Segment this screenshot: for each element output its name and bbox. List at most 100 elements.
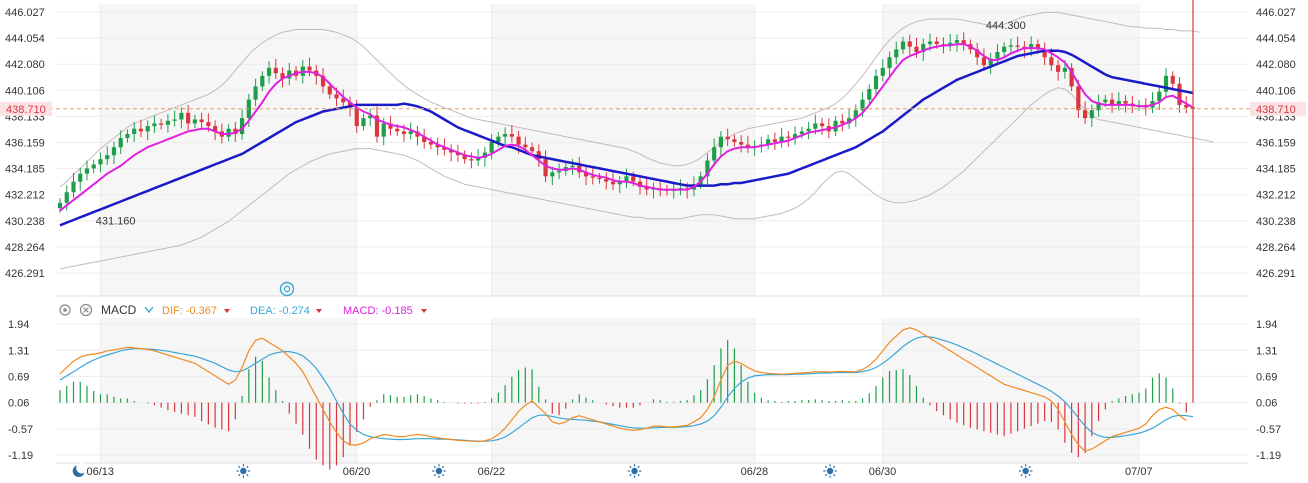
candle-body [489, 141, 494, 153]
candle-body [1123, 100, 1128, 104]
candle-body [894, 49, 899, 58]
price-axis-label-left: 446.027 [5, 7, 45, 19]
candle-body [84, 168, 90, 174]
candle-body [509, 134, 514, 137]
x-axis-date-label: 06/20 [343, 466, 371, 478]
candle-body [165, 120, 170, 125]
candle-body [381, 123, 386, 137]
candle-body [64, 192, 69, 203]
macd-axis-label-left: -0.57 [8, 424, 33, 436]
price-axis-label-left: 444.054 [5, 33, 45, 45]
candle-body [1089, 110, 1094, 119]
candle-body [631, 176, 636, 182]
price-axis-label-right: 434.185 [1256, 164, 1296, 176]
macd-value-label: MACD: -0.185 [343, 305, 413, 317]
x-axis-date-label: 06/30 [869, 466, 897, 478]
candle-body [1170, 75, 1175, 84]
candle-body [786, 136, 791, 138]
candle-body [98, 159, 103, 165]
macd-axis-label-left: 0.69 [8, 371, 29, 383]
macd-axis-label-left: 1.94 [8, 319, 29, 331]
macd-axis-label-right: 0.69 [1256, 371, 1277, 383]
candle-body [1008, 45, 1014, 47]
candle-body [806, 128, 811, 132]
candle-body [907, 41, 912, 47]
price-axis-label-left: 436.159 [5, 138, 45, 150]
candle-body [523, 144, 528, 148]
candle-body [91, 164, 96, 169]
candle-body [159, 123, 164, 125]
candle-body [1177, 83, 1182, 105]
x-axis-date-label: 07/07 [1125, 466, 1153, 478]
candle-body [1163, 75, 1169, 92]
candle-body [1076, 86, 1081, 111]
candle-body [105, 155, 110, 160]
price-axis-label-left: 430.238 [5, 216, 45, 228]
price-axis-label-right: 432.212 [1256, 190, 1296, 202]
price-axis-label-left: 442.080 [5, 59, 45, 71]
macd-indicator-name[interactable]: MACD [101, 303, 137, 317]
x-axis-date-label: 06/28 [741, 466, 769, 478]
candle-body [543, 159, 548, 177]
candle-body [71, 181, 76, 193]
candle-body [469, 159, 474, 161]
x-axis-date-label: 06/13 [86, 466, 114, 478]
candle-body [739, 141, 744, 145]
candle-body [981, 57, 987, 66]
sun-icon [432, 464, 446, 478]
candle-body [206, 122, 211, 127]
sun-icon [1018, 464, 1033, 478]
candle-body [887, 57, 892, 68]
candle-body [132, 128, 137, 135]
candle-body [78, 173, 83, 182]
candle-body [610, 181, 616, 185]
candle-body [138, 128, 144, 132]
candle-body [1015, 45, 1020, 47]
candle-body [590, 176, 595, 178]
sun-icon [823, 464, 837, 478]
price-panel[interactable]: 446.027444.054442.080440.106438.133436.1… [0, 4, 1306, 297]
candle-body [408, 131, 413, 135]
candle-body [712, 147, 717, 161]
candle-body [604, 178, 609, 182]
candle-body [718, 136, 724, 148]
macd-axis-label-right: 0.06 [1256, 398, 1277, 410]
svg-text:438.710: 438.710 [1256, 104, 1296, 116]
candle-body [152, 123, 157, 127]
svg-text:438.710: 438.710 [6, 104, 46, 116]
candle-body [556, 171, 562, 173]
candle-body [995, 52, 1000, 59]
candle-body [395, 128, 400, 132]
candle-body [1002, 46, 1007, 53]
candle-body [954, 40, 960, 43]
macd-axis-label-right: 1.94 [1256, 319, 1277, 331]
candle-body [873, 75, 879, 90]
candle-body [172, 119, 177, 121]
price-axis-label-right: 442.080 [1256, 59, 1296, 71]
candle-body [927, 41, 933, 45]
candle-body [516, 136, 521, 145]
price-axis-label-right: 436.159 [1256, 138, 1296, 150]
candle-body [1056, 65, 1061, 72]
candle-body [361, 118, 366, 127]
price-axis-label-left: 434.185 [5, 164, 45, 176]
candle-body [880, 67, 885, 76]
macd-axis-label-right: 1.31 [1256, 345, 1277, 357]
candle-body [725, 136, 730, 140]
candle-body [192, 119, 197, 124]
price-axis-label-right: 446.027 [1256, 7, 1296, 19]
candle-body [900, 41, 906, 50]
candle-body [570, 165, 575, 168]
candle-body [597, 177, 602, 179]
candle-body [401, 131, 407, 135]
candle-body [914, 46, 919, 53]
candle-body [1083, 110, 1088, 119]
candle-body [186, 112, 191, 124]
candle-body [260, 75, 265, 87]
macd-axis-label-right: -0.57 [1256, 424, 1281, 436]
candle-body [57, 202, 63, 209]
dea-value-label: DEA: -0.274 [250, 305, 310, 317]
candle-body [550, 172, 555, 177]
price-axis-label-left: 440.106 [5, 85, 45, 97]
current-price-tag-right: 438.710 [1250, 101, 1306, 116]
